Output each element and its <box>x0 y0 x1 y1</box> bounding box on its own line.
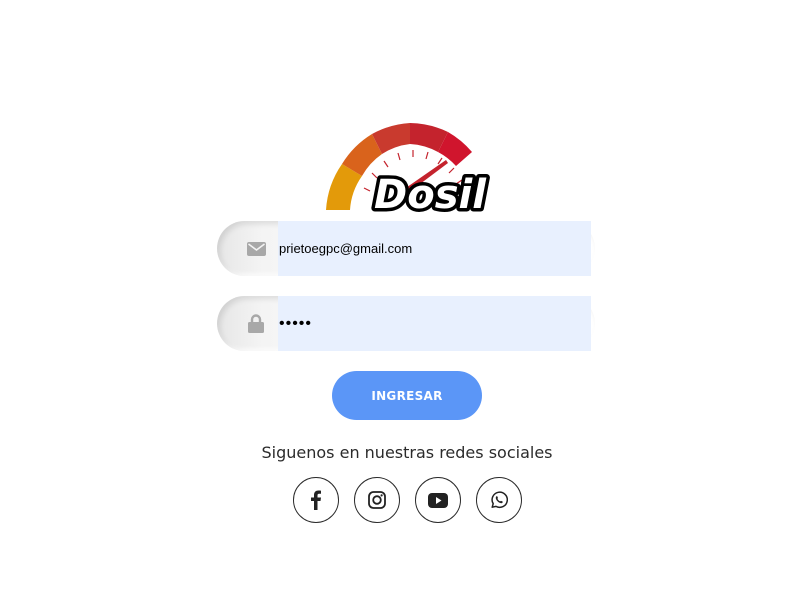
whatsapp-button[interactable] <box>476 477 522 523</box>
social-heading: Siguenos en nuestras redes sociales <box>261 443 553 462</box>
youtube-button[interactable] <box>415 477 461 523</box>
email-field-group <box>217 221 595 276</box>
lock-icon <box>235 296 277 351</box>
dosil-logo: Dosil <box>320 118 495 218</box>
speedometer-logo-icon: Dosil <box>326 123 491 218</box>
envelope-icon <box>235 221 277 276</box>
logo-text: Dosil <box>374 172 487 218</box>
social-links <box>293 477 522 523</box>
password-input[interactable] <box>278 296 591 351</box>
login-page: Dosil INGRESAR Siguenos en nuestras rede… <box>0 0 800 600</box>
youtube-icon <box>428 492 448 508</box>
whatsapp-icon <box>491 491 508 509</box>
password-field-group <box>217 296 595 351</box>
facebook-button[interactable] <box>293 477 339 523</box>
instagram-button[interactable] <box>354 477 400 523</box>
instagram-icon <box>368 491 386 509</box>
facebook-icon <box>311 490 321 510</box>
ingresar-button[interactable]: INGRESAR <box>332 371 482 420</box>
email-input[interactable] <box>278 221 591 276</box>
